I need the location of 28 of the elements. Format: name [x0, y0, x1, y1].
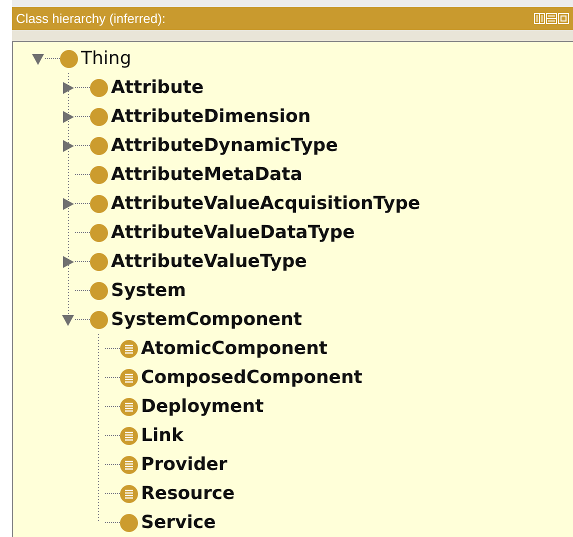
- panel-title: Class hierarchy (inferred):: [16, 11, 167, 26]
- class-label[interactable]: AttributeValueAcquisitionType: [111, 193, 420, 214]
- split-vertical-icon[interactable]: [534, 13, 545, 24]
- expand-arrow-icon[interactable]: [61, 110, 75, 124]
- expand-arrow-icon[interactable]: [61, 254, 75, 268]
- class-label[interactable]: Service: [141, 512, 216, 533]
- class-label[interactable]: SystemComponent: [111, 309, 302, 330]
- class-label[interactable]: AttributeDynamicType: [111, 135, 338, 156]
- class-label[interactable]: Resource: [141, 483, 235, 504]
- class-label[interactable]: Link: [141, 425, 184, 446]
- class-label[interactable]: ComposedComponent: [141, 367, 362, 388]
- maximize-icon[interactable]: [558, 13, 569, 24]
- expand-arrow-icon[interactable]: [61, 138, 75, 152]
- collapse-arrow-icon[interactable]: [31, 52, 45, 66]
- class-label[interactable]: System: [111, 280, 186, 301]
- class-label[interactable]: AttributeDimension: [111, 106, 311, 127]
- expand-arrow-icon[interactable]: [61, 196, 75, 210]
- split-horizontal-icon[interactable]: [546, 13, 557, 24]
- class-label[interactable]: Attribute: [111, 77, 204, 98]
- class-label[interactable]: AtomicComponent: [141, 338, 328, 359]
- class-label[interactable]: Deployment: [141, 396, 264, 417]
- collapse-arrow-icon[interactable]: [61, 312, 75, 326]
- class-label[interactable]: AttributeValueType: [111, 251, 307, 272]
- expand-arrow-icon[interactable]: [61, 80, 75, 94]
- class-label[interactable]: AttributeMetaData: [111, 164, 302, 185]
- class-label[interactable]: AttributeValueDataType: [111, 222, 355, 243]
- class-label[interactable]: Thing: [81, 48, 132, 69]
- class-label[interactable]: Provider: [141, 454, 228, 475]
